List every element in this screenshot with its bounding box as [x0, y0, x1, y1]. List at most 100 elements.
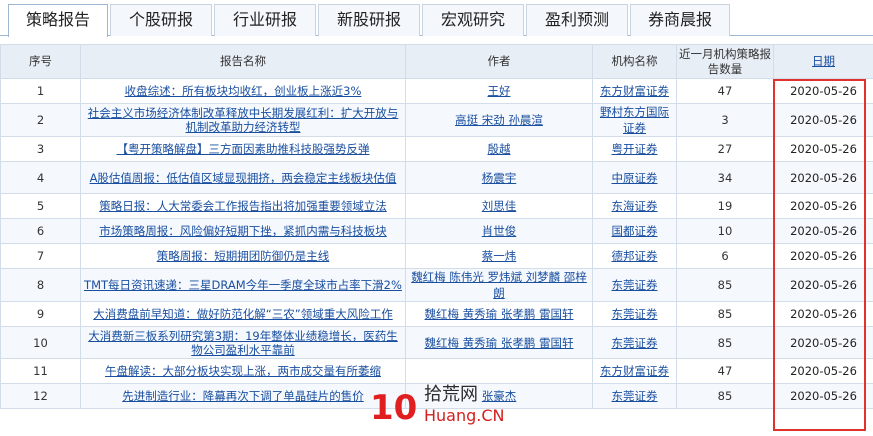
report-title-link[interactable]: 大消费新三板系列研究第3期：19年整体业绩稳增长，医药生物公司盈利水平靠前: [83, 329, 403, 357]
table-row: 4 A股估值周报：低估值区域显现拥挤，两会稳定主线板块估值 杨震宇 中原证券 3…: [0, 161, 873, 194]
row-index: 5: [0, 193, 81, 219]
report-date: 2020-05-26: [773, 383, 873, 409]
header-org: 机构名称: [592, 44, 677, 79]
org-link[interactable]: 东莞证券: [612, 336, 658, 350]
report-date: 2020-05-26: [773, 103, 873, 137]
tab-strategy-report[interactable]: 策略报告: [8, 4, 108, 37]
report-date: 2020-05-26: [773, 136, 873, 162]
table-row: 8 TMT每日资讯速递：三星DRAM今年一季度全球市占率下滑2% 魏红梅 陈伟光…: [0, 268, 873, 302]
header-author: 作者: [405, 44, 593, 79]
report-date: 2020-05-26: [773, 193, 873, 219]
report-count: 47: [676, 78, 774, 104]
author-link[interactable]: 王好: [488, 84, 511, 98]
author-link[interactable]: 魏红梅 黄秀瑜 张孝鹏 雷国轩: [425, 307, 574, 321]
site-watermark: 10 拾荒网 Huang.CN: [370, 384, 520, 432]
report-title-link[interactable]: 大消费盘前早知道：做好防范化解“三农”领域重大风险工作: [93, 307, 392, 321]
table-row: 1 收盘综述：所有板块均收红，创业板上涨近3% 王好 东方财富证券 47 202…: [0, 78, 873, 104]
row-index: 6: [0, 218, 81, 244]
report-table: 序号 报告名称 作者 机构名称 近一月机构策略报告数量 日期 1 收盘综述：所有…: [0, 44, 873, 409]
report-count: 6: [676, 243, 774, 269]
table-row: 10 大消费新三板系列研究第3期：19年整体业绩稳增长，医药生物公司盈利水平靠前…: [0, 326, 873, 359]
tab-macro-research[interactable]: 宏观研究: [422, 4, 524, 36]
org-link[interactable]: 东方财富证券: [600, 84, 669, 98]
report-title-link[interactable]: 【粤开策略解盘】三方面因素助推科技股强势反弹: [117, 142, 370, 156]
org-link[interactable]: 东方财富证券: [600, 364, 669, 378]
author-link[interactable]: 肖世俊: [482, 224, 517, 238]
org-link[interactable]: 德邦证券: [612, 249, 658, 263]
report-count: 85: [676, 268, 774, 302]
author-link[interactable]: 杨震宇: [482, 171, 517, 185]
watermark-url: Huang.CN: [424, 406, 505, 425]
report-date: 2020-05-26: [773, 326, 873, 359]
report-title-link[interactable]: A股估值周报：低估值区域显现拥挤，两会稳定主线板块估值: [90, 171, 397, 185]
watermark-name: 拾荒网: [424, 384, 478, 405]
report-tabs: 策略报告 个股研报 行业研报 新股研报 宏观研究 盈利预测 券商晨报: [0, 0, 873, 37]
org-link[interactable]: 国都证券: [612, 224, 658, 238]
table-row: 11 午盘解读：大部分板块实现上涨，两市成交量有所萎缩 东方财富证券 47 20…: [0, 358, 873, 384]
report-count: 85: [676, 301, 774, 327]
row-index: 9: [0, 301, 81, 327]
report-title-link[interactable]: 先进制造行业：降幕再次下调了单晶硅片的售价: [122, 389, 364, 403]
report-count: 10: [676, 218, 774, 244]
report-date: 2020-05-26: [773, 161, 873, 194]
watermark-logo: 10: [370, 388, 418, 428]
author-link[interactable]: 高挺 宋劲 孙晨渲: [455, 113, 543, 127]
author-link[interactable]: 魏红梅 陈伟光 罗炜斌 刘梦麟 邵梓朗: [411, 270, 587, 300]
report-date: 2020-05-26: [773, 358, 873, 384]
report-count: 34: [676, 161, 774, 194]
table-header-row: 序号 报告名称 作者 机构名称 近一月机构策略报告数量 日期: [0, 44, 873, 79]
report-count: 3: [676, 103, 774, 137]
report-date: 2020-05-26: [773, 301, 873, 327]
org-link[interactable]: 粤开证券: [612, 142, 658, 156]
report-date: 2020-05-26: [773, 243, 873, 269]
row-index: 3: [0, 136, 81, 162]
org-link[interactable]: 中原证券: [612, 171, 658, 185]
tab-industry-report[interactable]: 行业研报: [214, 4, 316, 36]
tab-broker-morning-report[interactable]: 券商晨报: [630, 4, 730, 36]
table-row: 6 市场策略周报：风险偏好短期下挫，紧抓内需与科技板块 肖世俊 国都证券 10 …: [0, 218, 873, 244]
header-date[interactable]: 日期: [773, 44, 873, 79]
tab-ipo-report[interactable]: 新股研报: [318, 4, 420, 36]
org-link[interactable]: 野村东方国际证券: [600, 105, 669, 135]
row-index: 2: [0, 103, 81, 137]
row-index: 1: [0, 78, 81, 104]
report-title-link[interactable]: 午盘解读：大部分板块实现上涨，两市成交量有所萎缩: [105, 364, 381, 378]
report-date: 2020-05-26: [773, 268, 873, 302]
author-link[interactable]: 殷越: [488, 142, 511, 156]
row-index: 11: [0, 358, 81, 384]
org-link[interactable]: 东海证券: [612, 199, 658, 213]
org-link[interactable]: 东莞证券: [612, 307, 658, 321]
report-title-link[interactable]: 市场策略周报：风险偏好短期下挫，紧抓内需与科技板块: [99, 224, 387, 238]
header-title: 报告名称: [80, 44, 406, 79]
report-count: 85: [676, 383, 774, 409]
row-index: 8: [0, 268, 81, 302]
row-index: 10: [0, 326, 81, 359]
report-count: 85: [676, 326, 774, 359]
report-title-link[interactable]: 收盘综述：所有板块均收红，创业板上涨近3%: [125, 84, 362, 98]
row-index: 7: [0, 243, 81, 269]
author-link[interactable]: 蔡一炜: [482, 249, 517, 263]
report-title-link[interactable]: 社会主义市场经济体制改革释放中长期发展红利：扩大开放与机制改革助力经济转型: [83, 106, 403, 134]
report-title-link[interactable]: 策略日报：人大常委会工作报告指出将加强重要领域立法: [99, 199, 387, 213]
report-date: 2020-05-26: [773, 78, 873, 104]
report-date: 2020-05-26: [773, 218, 873, 244]
table-row: 5 策略日报：人大常委会工作报告指出将加强重要领域立法 刘思佳 东海证券 19 …: [0, 193, 873, 219]
table-row: 3 【粤开策略解盘】三方面因素助推科技股强势反弹 殷越 粤开证券 27 2020…: [0, 136, 873, 162]
report-count: 27: [676, 136, 774, 162]
org-link[interactable]: 东莞证券: [612, 278, 658, 292]
row-index: 4: [0, 161, 81, 194]
tab-stock-report[interactable]: 个股研报: [110, 4, 212, 36]
table-row: 7 策略周报：短期拥团防御仍是主线 蔡一炜 德邦证券 6 2020-05-26: [0, 243, 873, 269]
header-count: 近一月机构策略报告数量: [676, 44, 774, 79]
report-title-link[interactable]: 策略周报：短期拥团防御仍是主线: [157, 249, 330, 263]
report-count: 47: [676, 358, 774, 384]
author-link[interactable]: 刘思佳: [482, 199, 517, 213]
table-row: 2 社会主义市场经济体制改革释放中长期发展红利：扩大开放与机制改革助力经济转型 …: [0, 103, 873, 137]
report-title-link[interactable]: TMT每日资讯速递：三星DRAM今年一季度全球市占率下滑2%: [84, 278, 402, 292]
author-link[interactable]: 魏红梅 黄秀瑜 张孝鹏 雷国轩: [425, 336, 574, 350]
sort-by-date-link[interactable]: 日期: [812, 54, 835, 68]
org-link[interactable]: 东莞证券: [612, 389, 658, 403]
table-row: 9 大消费盘前早知道：做好防范化解“三农”领域重大风险工作 魏红梅 黄秀瑜 张孝…: [0, 301, 873, 327]
report-count: 19: [676, 193, 774, 219]
tab-earnings-forecast[interactable]: 盈利预测: [526, 4, 628, 36]
